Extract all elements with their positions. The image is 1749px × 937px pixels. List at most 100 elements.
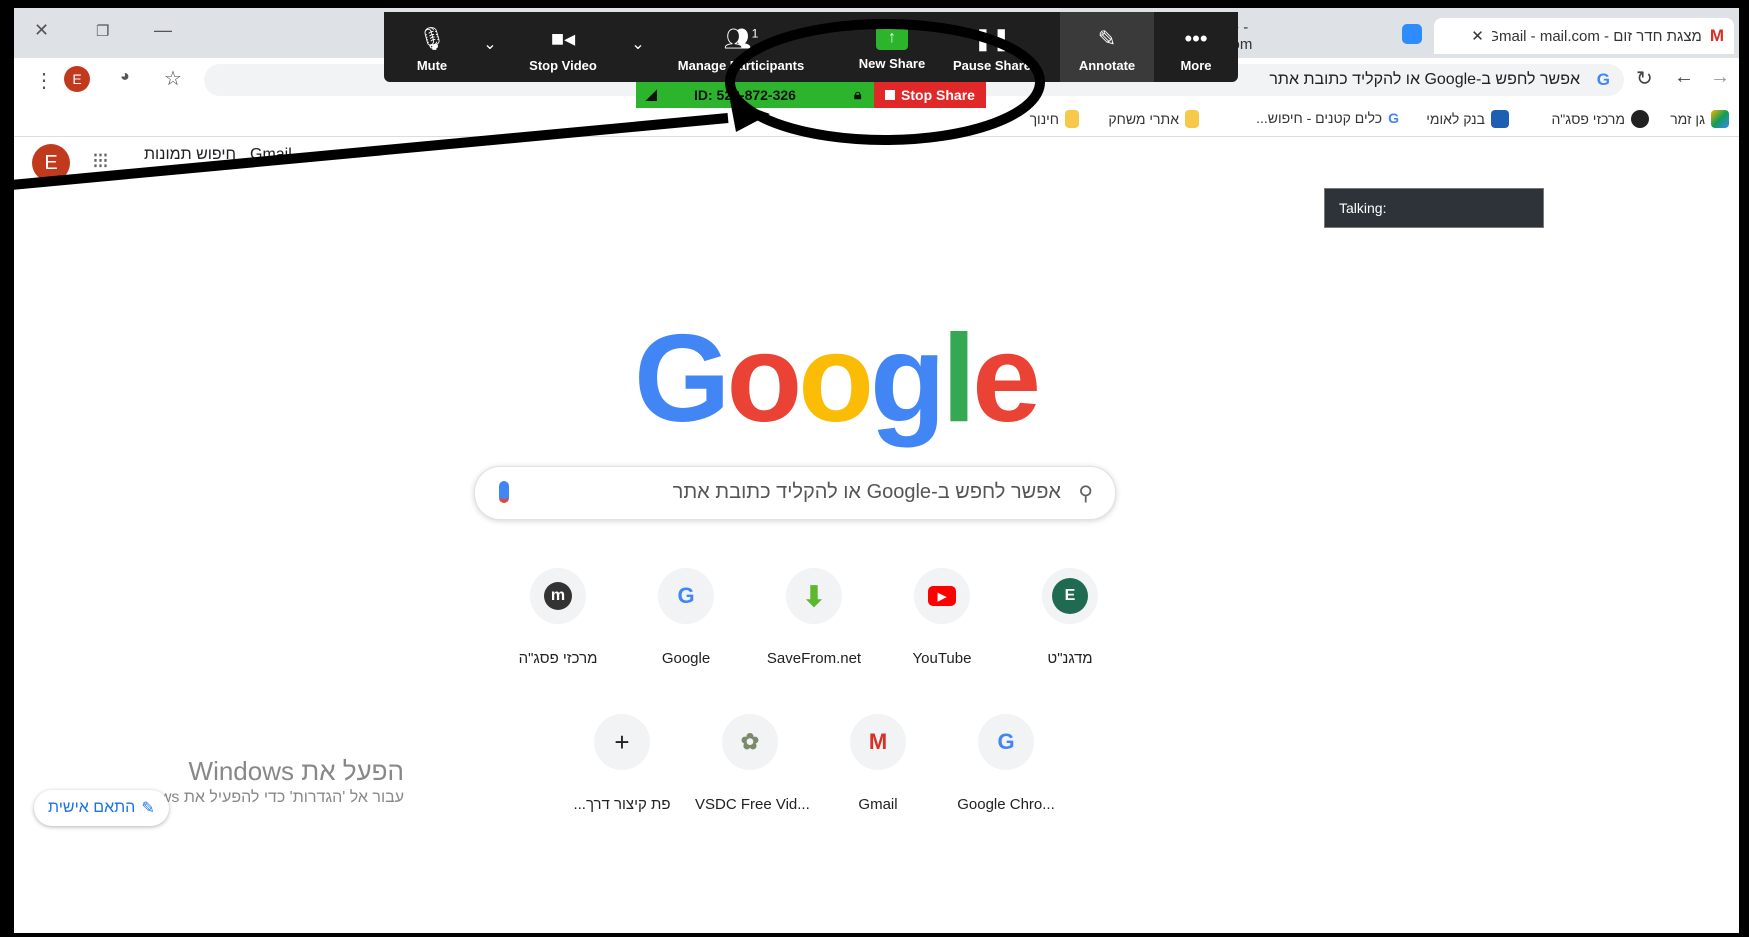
shortcut-label: מרכזי פסג"ה (518, 650, 598, 667)
shortcut-label: מדגנ"ט (1047, 650, 1093, 667)
reload-icon[interactable]: ↻ (1636, 66, 1653, 91)
participant-count: 1 (751, 26, 759, 41)
extension-icon[interactable]: ◕ (120, 68, 130, 86)
pencil-icon: ✎ (141, 800, 155, 817)
signal-icon: ◢ (646, 86, 657, 102)
shortcut-label: Gmail (858, 796, 898, 813)
pause-icon: ❚❚ (973, 26, 1011, 51)
customize-button[interactable]: ✎ התאם אישית (34, 790, 169, 826)
pisga-icon (1631, 110, 1649, 128)
browser-window: ✕ ❐ — dee - Zoom M מצגת חדר זום - Gmail … (14, 8, 1739, 933)
shortcut-tile[interactable]: ▶ YouTube (887, 568, 997, 667)
shortcut-tile[interactable]: G Google Chro... (951, 714, 1061, 813)
bookmark-gan-zemer[interactable]: גן זמר (1670, 110, 1729, 128)
shortcut-tile[interactable]: G Google (631, 568, 741, 667)
microphone-icon[interactable] (499, 481, 509, 503)
video-options-chevron[interactable]: ⌄ (618, 12, 658, 82)
shortcut-glyph: E (1052, 578, 1088, 614)
shortcut-label: Google (661, 650, 711, 667)
shortcut-label: ...פת קיצור דרך (573, 796, 671, 813)
stop-share-button[interactable]: Stop Share (874, 82, 986, 108)
more-label: More (1180, 58, 1212, 73)
shortcut-glyph: M (868, 729, 888, 754)
search-icon: ⚲ (1078, 483, 1093, 505)
shortcut-tile[interactable]: m מרכזי פסג"ה (503, 568, 613, 667)
add-shortcut-tile[interactable]: + ...פת קיצור דרך (567, 714, 677, 813)
tab-gmail[interactable]: M מצגת חדר זום - Gmail - mail.com ✕ (1434, 18, 1734, 54)
video-camera-icon: ■◂ (550, 26, 576, 51)
stop-square-icon (885, 90, 896, 100)
talking-label: Talking: (1339, 200, 1387, 216)
bookmark-game-sites[interactable]: אתרי משחק (1108, 110, 1199, 128)
plus-icon: + (594, 714, 650, 770)
close-tab-icon[interactable]: ✕ (1471, 27, 1484, 45)
zoom-icon (1402, 24, 1422, 44)
bookmark-education[interactable]: חינוך (1030, 110, 1079, 128)
pause-share-button[interactable]: ❚❚ Pause Share (940, 12, 1044, 82)
annotate-button[interactable]: ✎ Annotate (1060, 12, 1154, 82)
vsdc-icon: ✿ (722, 714, 778, 770)
meeting-id: ID: 523-872-326 (694, 87, 796, 103)
gmail-icon: M (1709, 26, 1724, 45)
download-icon: ⬇ (786, 568, 842, 624)
shortcut-glyph: G (677, 583, 695, 608)
apps-grid-icon[interactable]: ⁝⁝⁝ (92, 148, 109, 174)
gmail-link[interactable]: Gmail (250, 146, 292, 164)
folder-icon (1065, 110, 1079, 128)
zoom-share-toolbar: 🎙︎ Mute ⌄ ■◂ Stop Video ⌄ 👥︎1 Manage Par… (384, 12, 1238, 82)
shortcut-glyph: ⬇ (802, 580, 826, 612)
pause-share-label: Pause Share (952, 58, 1032, 73)
star-icon[interactable]: ☆ (164, 66, 182, 91)
bookmark-label: גן זמר (1670, 111, 1705, 127)
minimize-window-icon[interactable]: — (154, 20, 172, 41)
shortcut-label: Google Chro... (957, 796, 1055, 813)
bookmark-small-tools[interactable]: G כלים קטנים - חיפוש... (1256, 110, 1399, 126)
shortcut-tile[interactable]: E מדגנ"ט (1015, 568, 1125, 667)
shortcut-tile[interactable]: ✿ VSDC Free Vid... (695, 714, 810, 813)
share-up-arrow-icon: ↑ (876, 26, 908, 50)
new-share-label: New Share (858, 56, 926, 71)
folder-icon (1185, 110, 1199, 128)
shortcut-glyph: + (614, 726, 630, 757)
zoom-talking-indicator: Talking: (1324, 188, 1544, 228)
google-g-icon: G (1388, 110, 1399, 126)
restore-window-icon[interactable]: ❐ (96, 22, 109, 40)
close-window-icon[interactable]: ✕ (34, 20, 49, 41)
stop-video-button[interactable]: ■◂ Stop Video (508, 12, 618, 82)
audio-options-chevron[interactable]: ⌄ (470, 12, 510, 82)
manage-participants-label: Manage Participants (677, 58, 805, 73)
more-button[interactable]: ••• More (1154, 12, 1238, 82)
shortcut-tile[interactable]: M Gmail (823, 714, 933, 813)
mute-button[interactable]: 🎙︎ Mute (384, 12, 480, 82)
shortcut-glyph: ▶ (928, 586, 956, 606)
bookmark-label: חינוך (1029, 111, 1059, 127)
back-icon[interactable]: ← (1674, 66, 1694, 89)
profile-avatar[interactable]: E (64, 66, 90, 92)
shortcut-label: VSDC Free Vid... (695, 796, 810, 813)
tab-title: מצגת חדר זום - Gmail - mail.com (1491, 27, 1702, 45)
more-dots-icon: ••• (1184, 26, 1208, 51)
google-g-icon: G (978, 714, 1034, 770)
search-input[interactable]: אפשר לחפש ב-Google או להקליד כתובת אתר (673, 481, 1061, 504)
search-box[interactable]: ⚲ אפשר לחפש ב-Google או להקליד כתובת אתר (474, 466, 1116, 520)
shortcut-label: SaveFrom.net (766, 650, 862, 667)
shortcut-tile[interactable]: ⬇ SaveFrom.net (759, 568, 869, 667)
menu-icon[interactable]: ⋮ (34, 68, 54, 93)
google-account-avatar[interactable]: E (32, 144, 70, 182)
chevron-down-icon: ⌄ (483, 36, 497, 53)
pencil-icon: ✎ (1097, 26, 1117, 51)
leumi-icon (1491, 110, 1509, 128)
pisga-icon: m (530, 568, 586, 624)
bookmark-label: מרכזי פסג"ה (1551, 111, 1625, 127)
microphone-icon: 🎙︎ (418, 26, 446, 51)
google-g-icon: G (658, 568, 714, 624)
new-share-button[interactable]: ↑ New Share (842, 12, 942, 82)
bookmark-pisga[interactable]: מרכזי פסג"ה (1551, 110, 1649, 128)
bookmark-leumi[interactable]: בנק לאומי (1426, 110, 1509, 128)
youtube-icon: ▶ (914, 568, 970, 624)
bookmark-label: אתרי משחק (1108, 111, 1179, 127)
images-link[interactable]: חיפוש תמונות (144, 146, 236, 164)
forward-icon[interactable]: → (1710, 66, 1730, 89)
google-logo: Google (634, 310, 1041, 448)
manage-participants-button[interactable]: 👥︎1 Manage Participants (666, 12, 816, 82)
